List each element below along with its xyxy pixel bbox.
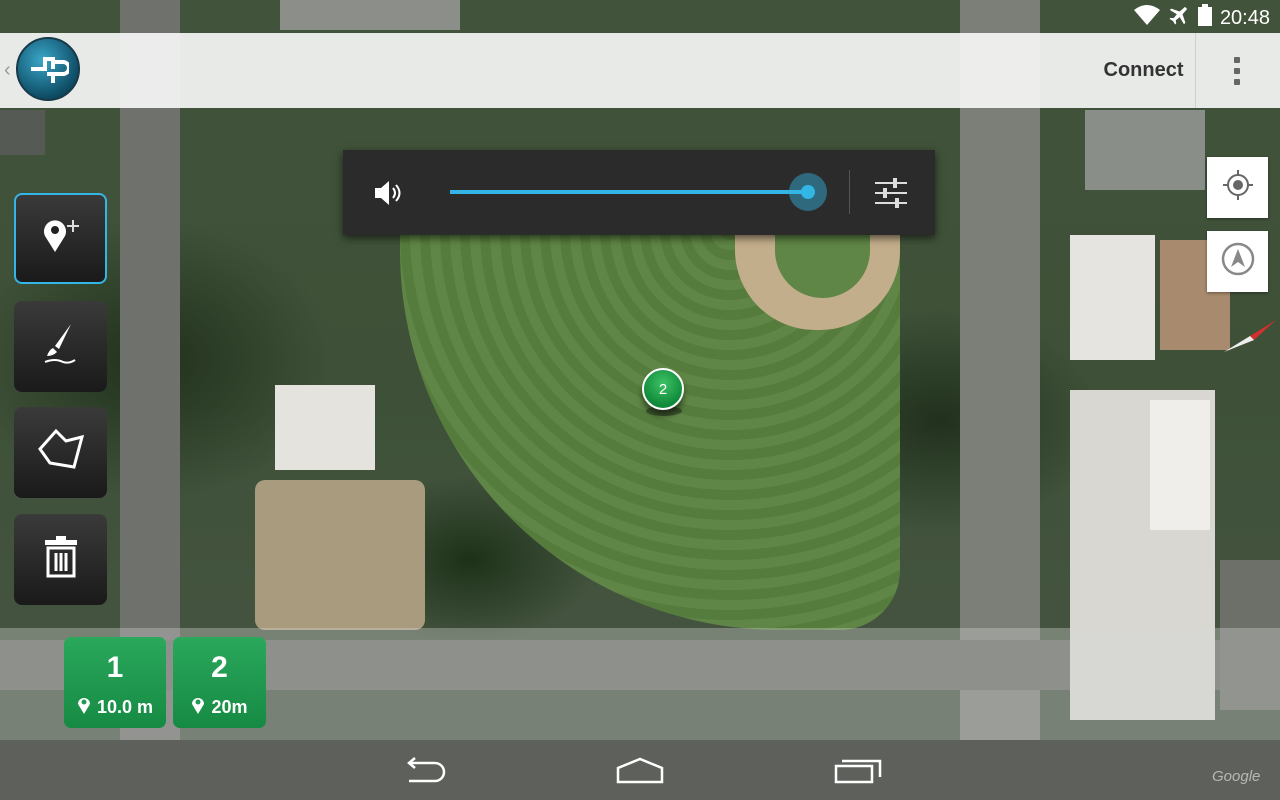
waypoint-marker[interactable]: 2 bbox=[642, 368, 684, 410]
map-pin-plus-icon bbox=[39, 216, 83, 261]
navigation-arrow-icon bbox=[1220, 241, 1256, 282]
waypoint-card-2[interactable]: 2 20m bbox=[173, 637, 266, 728]
waypoint-card-1[interactable]: 1 10.0 m bbox=[64, 637, 166, 728]
waypoint-number: 2 bbox=[211, 651, 228, 684]
compass-needle-icon[interactable] bbox=[1222, 318, 1278, 354]
sliders-icon[interactable] bbox=[873, 176, 909, 210]
trash-icon bbox=[44, 535, 78, 584]
waypoint-altitude-row: 20m bbox=[173, 695, 266, 720]
crosshair-icon bbox=[1221, 168, 1255, 207]
home-icon[interactable] bbox=[610, 750, 670, 790]
back-icon[interactable] bbox=[394, 750, 454, 790]
follow-drone-button[interactable] bbox=[1207, 231, 1268, 292]
paintbrush-icon bbox=[41, 322, 81, 371]
delete-tool[interactable] bbox=[14, 514, 107, 605]
back-caret-icon[interactable]: ‹ bbox=[4, 59, 11, 82]
recents-icon[interactable] bbox=[828, 750, 888, 790]
clock: 20:48 bbox=[1219, 6, 1270, 29]
divider bbox=[849, 170, 850, 214]
polygon-icon bbox=[36, 427, 86, 478]
action-bar: ‹ Connect bbox=[0, 33, 1280, 108]
connect-button[interactable]: Connect bbox=[1092, 33, 1196, 108]
map-pin-icon bbox=[191, 695, 205, 720]
waypoint-altitude: 20m bbox=[211, 697, 248, 717]
waypoint-altitude: 10.0 m bbox=[96, 697, 154, 717]
waypoint-strip: 1 10.0 m 2 20m bbox=[0, 628, 1280, 740]
volume-slider-thumb[interactable] bbox=[789, 173, 827, 211]
map-attribution: Google bbox=[1212, 768, 1261, 785]
volume-slider-track[interactable] bbox=[450, 190, 808, 194]
add-marker-tool[interactable] bbox=[14, 193, 107, 284]
navigation-bar bbox=[0, 740, 1280, 800]
battery-icon bbox=[1197, 4, 1212, 32]
draw-tool[interactable] bbox=[14, 301, 107, 392]
status-bar: 20:48 bbox=[0, 0, 1280, 33]
polygon-tool[interactable] bbox=[14, 407, 107, 498]
volume-panel bbox=[343, 150, 935, 235]
waypoint-number: 1 bbox=[106, 651, 124, 684]
waypoint-altitude-row: 10.0 m bbox=[64, 695, 166, 720]
overflow-menu-icon[interactable] bbox=[1215, 49, 1259, 93]
wifi-icon bbox=[1133, 4, 1160, 32]
airplane-icon bbox=[1168, 4, 1190, 32]
app-logo-icon[interactable] bbox=[16, 37, 80, 101]
map-pin-icon bbox=[77, 695, 91, 720]
speaker-icon[interactable] bbox=[371, 176, 405, 210]
my-location-button[interactable] bbox=[1207, 157, 1268, 218]
